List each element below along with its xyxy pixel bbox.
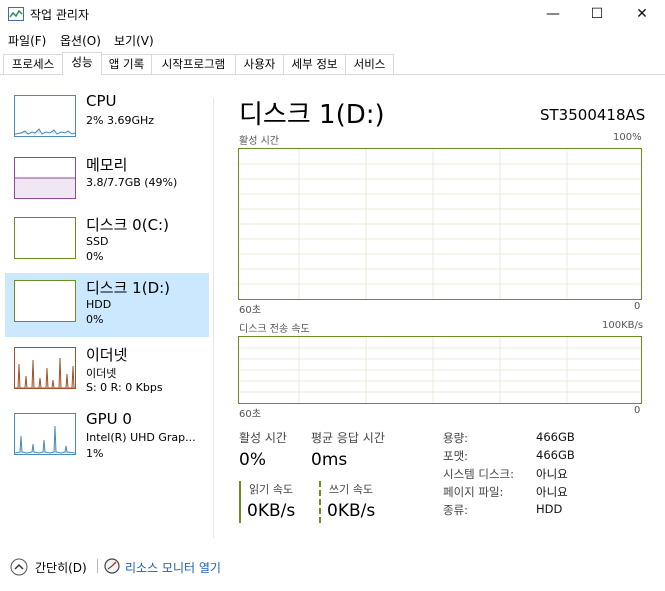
sidebar-name: 메모리	[86, 156, 128, 174]
tab-strip: 프로세스 성능 앱 기록 시작프로그램 사용자 세부 정보 서비스	[0, 52, 665, 75]
graph1-time: 60초	[239, 305, 261, 316]
disk1-thumbnail-graph	[14, 280, 76, 322]
menu-file[interactable]: 파일(F)	[8, 32, 46, 49]
tab-performance[interactable]: 성능	[62, 52, 102, 75]
sidebar-detail: 3.8/7.7GB (49%)	[86, 176, 178, 189]
sidebar-item-disk0[interactable]: 디스크 0(C:) SSD 0%	[5, 210, 209, 274]
disk-model: ST3500418AS	[540, 106, 646, 124]
sidebar-detail: Intel(R) UHD Grap...	[86, 431, 196, 444]
active-time-label: 활성 시간	[239, 431, 287, 445]
menu-bar: 파일(F) 옵션(O) 보기(V)	[0, 29, 665, 51]
active-time-value: 0%	[239, 450, 266, 470]
graph2-max: 100KB/s	[602, 320, 644, 331]
read-speed-value: 0KB/s	[247, 501, 296, 521]
sidebar-item-ethernet[interactable]: 이더넷 이더넷 S: 0 R: 0 Kbps	[5, 340, 209, 404]
tab-startup[interactable]: 시작프로그램	[151, 54, 236, 74]
collapse-chevron-icon[interactable]	[10, 558, 28, 576]
resource-monitor-icon	[104, 558, 120, 574]
ethernet-thumbnail-graph	[14, 347, 76, 389]
sidebar-name: 이더넷	[86, 346, 128, 364]
write-speed-label: 쓰기 속도	[329, 483, 373, 496]
info-value: 466GB	[536, 430, 575, 444]
menu-view[interactable]: 보기(V)	[114, 32, 154, 49]
sidebar-name: CPU	[86, 92, 117, 110]
sidebar-usage: 0%	[86, 313, 104, 326]
read-speed-label: 읽기 속도	[249, 483, 293, 496]
tab-details[interactable]: 세부 정보	[283, 54, 346, 74]
sidebar-name: GPU 0	[86, 410, 132, 428]
tab-processes[interactable]: 프로세스	[3, 54, 63, 74]
open-resource-monitor-link[interactable]: 리소스 모니터 열기	[125, 559, 221, 576]
transfer-rate-graph	[238, 336, 642, 404]
page-title: 디스크 1(D:)	[239, 100, 385, 130]
minimize-button[interactable]: —	[531, 0, 575, 29]
info-label: 페이지 파일:	[443, 485, 504, 499]
footer: 간단히(D) 리소스 모니터 열기	[0, 549, 665, 591]
sidebar-name: 디스크 0(C:)	[86, 216, 169, 234]
response-time-value: 0ms	[311, 450, 348, 470]
memory-thumbnail-graph	[14, 157, 76, 199]
response-time-label: 평균 응답 시간	[311, 431, 385, 445]
menu-options[interactable]: 옵션(O)	[60, 32, 101, 49]
info-label: 종류:	[443, 503, 469, 517]
task-manager-icon	[8, 7, 24, 21]
tab-app-history[interactable]: 앱 기록	[101, 54, 152, 74]
info-value: 466GB	[536, 448, 575, 462]
gpu-thumbnail-graph	[14, 413, 76, 455]
write-speed-block: 쓰기 속도 0KB/s	[319, 481, 391, 523]
graph2-time: 60초	[239, 409, 261, 420]
sidebar-divider	[213, 98, 214, 538]
info-label: 용량:	[443, 431, 469, 445]
footer-separator	[97, 559, 98, 573]
cpu-thumbnail-graph	[14, 95, 76, 137]
window-title: 작업 관리자	[30, 8, 90, 22]
fewer-details-button[interactable]: 간단히(D)	[35, 559, 87, 576]
info-label: 시스템 디스크:	[443, 467, 515, 481]
graph2-min: 0	[634, 405, 641, 416]
sidebar-item-cpu[interactable]: CPU 2% 3.69GHz	[5, 88, 209, 152]
info-value: 아니요	[536, 467, 568, 481]
sidebar-name: 디스크 1(D:)	[86, 279, 171, 297]
sidebar-usage: 0%	[86, 250, 104, 263]
active-time-graph	[238, 148, 642, 300]
close-button[interactable]: ✕	[620, 0, 664, 29]
sidebar-detail: 이더넷	[86, 367, 117, 380]
tab-users[interactable]: 사용자	[235, 54, 284, 74]
title-bar: 작업 관리자 — ☐ ✕	[0, 0, 665, 29]
info-label: 포맷:	[443, 449, 469, 463]
write-speed-value: 0KB/s	[327, 501, 376, 521]
sidebar-item-memory[interactable]: 메모리 3.8/7.7GB (49%)	[5, 150, 209, 214]
sidebar-item-gpu[interactable]: GPU 0 Intel(R) UHD Grap... 1%	[5, 406, 209, 470]
sidebar-detail: HDD	[86, 298, 112, 311]
sidebar-usage: S: 0 R: 0 Kbps	[86, 381, 163, 394]
graph1-max: 100%	[613, 132, 642, 143]
disk0-thumbnail-graph	[14, 217, 76, 259]
read-speed-block: 읽기 속도 0KB/s	[239, 481, 311, 523]
graph2-label: 디스크 전송 속도	[239, 324, 310, 335]
sidebar-detail: SSD	[86, 235, 109, 248]
info-value: 아니요	[536, 485, 568, 499]
info-value: HDD	[536, 502, 563, 516]
sidebar-detail: 2% 3.69GHz	[86, 114, 155, 127]
sidebar-item-disk1[interactable]: 디스크 1(D:) HDD 0%	[5, 273, 209, 337]
maximize-button[interactable]: ☐	[575, 0, 619, 29]
graph1-min: 0	[634, 301, 641, 312]
sidebar-usage: 1%	[86, 447, 104, 460]
tab-services[interactable]: 서비스	[345, 54, 394, 74]
graph1-label: 활성 시간	[239, 136, 279, 147]
